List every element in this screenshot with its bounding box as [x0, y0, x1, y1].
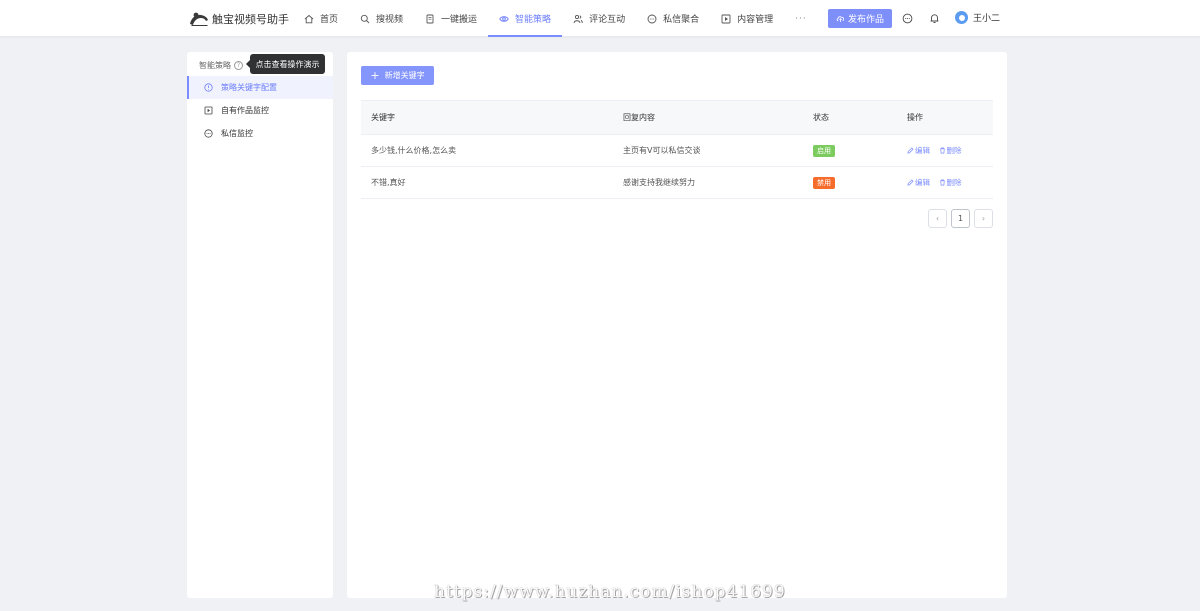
column-header-actions: 操作: [897, 100, 993, 135]
sidebar-item-dm-monitor[interactable]: 私信监控: [187, 122, 333, 145]
bell-icon[interactable]: [928, 12, 940, 24]
nav-item-search-video[interactable]: 搜视频: [349, 0, 414, 37]
demo-tooltip: 点击查看操作演示: [246, 54, 325, 74]
delete-button[interactable]: 删除: [939, 177, 962, 188]
watermark: https://www.huzhan.com/ishop41699: [434, 582, 786, 602]
trash-icon: [939, 147, 945, 154]
delete-button[interactable]: 删除: [939, 145, 962, 156]
chat-icon: [204, 129, 213, 138]
nav-label: 私信聚合: [663, 15, 700, 25]
nav-item-dm-aggregate[interactable]: 私信聚合: [636, 0, 710, 37]
home-icon: [304, 14, 314, 24]
info-circle-icon: [204, 83, 213, 92]
page-number-button[interactable]: 1: [951, 209, 970, 228]
app-title: 触宝视频号助手: [212, 13, 289, 26]
nav-item-smart-strategy[interactable]: 智能策略: [488, 0, 563, 37]
actions-cell: 编辑 删除: [897, 134, 993, 167]
next-page-button[interactable]: ›: [974, 209, 993, 228]
sidebar: 智能策略 ? 策略关键字配置 自有作品监控 私信监控: [187, 52, 333, 598]
status-cell: 禁用: [803, 166, 897, 199]
eye-icon: [499, 14, 509, 24]
edit-label: 编辑: [915, 178, 930, 187]
status-badge: 启用: [813, 144, 835, 157]
avatar: [955, 11, 968, 24]
sidebar-item-label: 策略关键字配置: [221, 83, 277, 92]
column-header-keyword: 关键字: [361, 100, 613, 135]
table-row: 不错,真好 感谢支持我继续努力 禁用 编辑 删除: [361, 166, 993, 199]
user-name: 王小二: [973, 14, 1001, 24]
reply-cell: 感谢支持我继续努力: [613, 166, 803, 199]
nav-label: 首页: [320, 15, 339, 25]
keyword-cell: 不错,真好: [361, 166, 613, 199]
edit-label: 编辑: [915, 146, 930, 155]
play-icon: [721, 14, 731, 24]
people-icon: [573, 14, 583, 24]
status-cell: 启用: [803, 134, 897, 167]
table-row: 多少钱,什么价格,怎么卖 主页有V可以私信交谈 启用 编辑 删除: [361, 134, 993, 167]
nav-label: 评论互动: [589, 15, 626, 25]
edit-button[interactable]: 编辑: [907, 145, 930, 156]
column-header-reply: 回复内容: [613, 100, 803, 135]
sidebar-item-label: 自有作品监控: [221, 106, 269, 115]
keyword-cell: 多少钱,什么价格,怎么卖: [361, 134, 613, 167]
add-keyword-label: 新增关键字: [384, 71, 425, 80]
trash-icon: [939, 179, 945, 186]
add-keyword-button[interactable]: + 新增关键字: [361, 66, 434, 85]
sidebar-item-keyword-config[interactable]: 策略关键字配置: [187, 76, 333, 99]
nav-label: 搜视频: [376, 15, 404, 25]
column-header-status: 状态: [803, 100, 897, 135]
table-header-row: 关键字 回复内容 状态 操作: [361, 100, 993, 135]
search-icon: [360, 14, 370, 24]
pagination: ‹ 1 ›: [924, 209, 993, 228]
keyword-table: 关键字 回复内容 状态 操作 多少钱,什么价格,怎么卖 主页有V可以私信交谈 启…: [361, 100, 993, 199]
status-badge: 禁用: [813, 176, 835, 189]
mouse-logo-icon: [190, 12, 208, 26]
nav-more-button[interactable]: ···: [784, 0, 818, 37]
delete-label: 删除: [946, 146, 962, 155]
reply-cell: 主页有V可以私信交谈: [613, 134, 803, 167]
prev-page-button[interactable]: ‹: [928, 209, 947, 228]
chat-icon: [647, 14, 657, 24]
help-icon[interactable]: ?: [234, 61, 243, 70]
nav-label: 一键搬运: [441, 15, 478, 25]
publish-label: 发布作品: [847, 15, 884, 25]
sidebar-menu: 策略关键字配置 自有作品监控 私信监控: [187, 76, 333, 145]
edit-button[interactable]: 编辑: [907, 177, 930, 188]
sidebar-item-label: 私信监控: [221, 129, 253, 138]
nav-label: 内容管理: [737, 15, 774, 25]
sidebar-title: 智能策略 ?: [199, 60, 243, 71]
edit-icon: [907, 147, 914, 154]
upload-cloud-icon: [836, 16, 845, 22]
main-nav: 首页 搜视频 一键搬运 智能策略 评论互动 私信聚合 内容管理 ···: [293, 0, 818, 37]
nav-item-one-click-move[interactable]: 一键搬运: [414, 0, 488, 37]
publish-button[interactable]: 发布作品: [828, 9, 892, 28]
sidebar-title-text: 智能策略: [199, 61, 231, 70]
top-header: 触宝视频号助手 首页 搜视频 一键搬运 智能策略 评论互动 私信聚合 内容管理 …: [0, 0, 1200, 37]
nav-item-content-management[interactable]: 内容管理: [710, 0, 784, 37]
phone-icon: [425, 14, 435, 24]
plus-icon: +: [370, 69, 380, 82]
nav-item-home[interactable]: 首页: [293, 0, 349, 37]
user-menu[interactable]: 王小二: [955, 11, 1000, 24]
sidebar-item-own-works-monitor[interactable]: 自有作品监控: [187, 99, 333, 122]
app-logo[interactable]: 触宝视频号助手: [188, 8, 289, 30]
more-label: ···: [795, 13, 807, 24]
edit-icon: [907, 179, 914, 186]
actions-cell: 编辑 删除: [897, 166, 993, 199]
play-square-icon: [204, 106, 213, 115]
main-panel: + 新增关键字 关键字 回复内容 状态 操作 多少钱,什么价格,怎么卖 主页有V…: [347, 52, 1007, 598]
nav-label: 智能策略: [515, 15, 552, 25]
delete-label: 删除: [946, 178, 962, 187]
message-icon[interactable]: [901, 12, 913, 24]
nav-item-comment-interaction[interactable]: 评论互动: [562, 0, 636, 37]
